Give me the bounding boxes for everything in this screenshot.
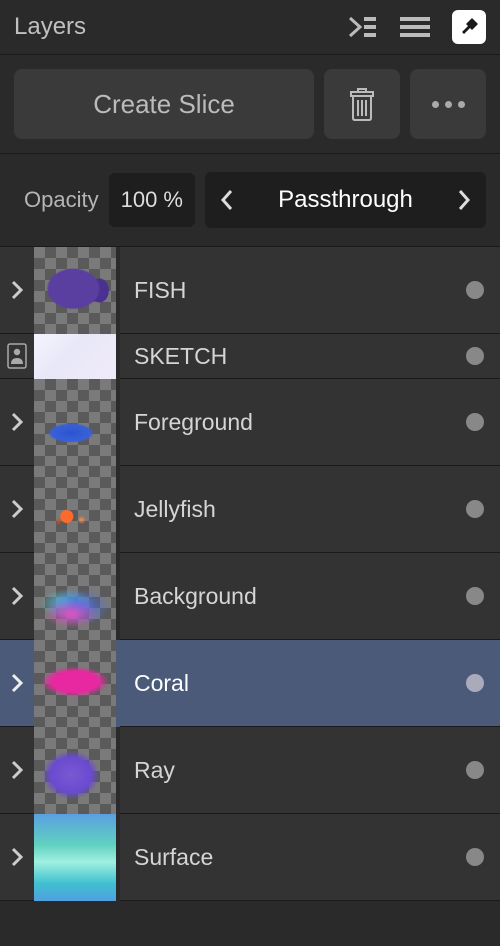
layer-thumbnail[interactable] [34, 247, 120, 334]
layer-thumbnail-art [34, 640, 116, 727]
layer-thumbnail-art [34, 553, 116, 640]
layer-properties: Opacity 100 % Passthrough [0, 154, 500, 247]
visibility-toggle[interactable] [450, 500, 500, 518]
layer-thumbnail[interactable] [34, 727, 120, 814]
blend-mode-selector[interactable]: Passthrough [205, 172, 486, 228]
chevron-right-icon[interactable] [456, 189, 472, 211]
opacity-value[interactable]: 100 % [109, 173, 195, 227]
trash-icon [347, 86, 377, 122]
layer-thumbnail[interactable] [34, 466, 120, 553]
visibility-dot-icon [466, 761, 484, 779]
panel-header-actions [348, 10, 486, 44]
more-button[interactable] [410, 69, 486, 139]
layer-thumbnail-art [34, 247, 116, 334]
layer-thumbnail[interactable] [34, 640, 120, 727]
visibility-toggle[interactable] [450, 587, 500, 605]
layer-name[interactable]: Foreground [120, 409, 450, 436]
pin-icon[interactable] [452, 10, 486, 44]
layer-name[interactable]: FISH [120, 277, 450, 304]
expand-chevron-icon[interactable] [0, 672, 34, 694]
visibility-toggle[interactable] [450, 281, 500, 299]
layer-row[interactable]: Foreground [0, 379, 500, 466]
visibility-toggle[interactable] [450, 413, 500, 431]
visibility-dot-icon [466, 674, 484, 692]
panel-title: Layers [14, 13, 86, 41]
menu-icon[interactable] [400, 15, 430, 39]
visibility-dot-icon [466, 347, 484, 365]
visibility-dot-icon [466, 848, 484, 866]
layer-row[interactable]: Background [0, 553, 500, 640]
expand-chevron-icon[interactable] [0, 759, 34, 781]
expand-chevron-icon[interactable] [0, 411, 34, 433]
layer-thumbnail[interactable] [34, 553, 120, 640]
ellipsis-icon [432, 101, 465, 108]
visibility-dot-icon [466, 281, 484, 299]
layer-row[interactable]: Coral [0, 640, 500, 727]
visibility-dot-icon [466, 587, 484, 605]
toolbar: Create Slice [0, 55, 500, 154]
blend-mode-label: Passthrough [278, 186, 413, 214]
expand-chevron-icon[interactable] [0, 585, 34, 607]
visibility-toggle[interactable] [450, 761, 500, 779]
create-slice-button[interactable]: Create Slice [14, 69, 314, 139]
layer-name[interactable]: Coral [120, 670, 450, 697]
expand-chevron-icon[interactable] [0, 846, 34, 868]
visibility-toggle[interactable] [450, 347, 500, 365]
layers-list: FISH SKETCH Foreground Jellyfish Background C… [0, 247, 500, 901]
insert-icon[interactable] [348, 14, 378, 40]
expand-chevron-icon[interactable] [0, 498, 34, 520]
layer-thumbnail-art [34, 814, 116, 901]
expand-chevron-icon[interactable] [0, 279, 34, 301]
layer-badge-icon [0, 343, 34, 369]
layer-row[interactable]: Jellyfish [0, 466, 500, 553]
visibility-toggle[interactable] [450, 848, 500, 866]
layer-thumbnail-art [34, 334, 116, 379]
layer-row[interactable]: Ray [0, 727, 500, 814]
layer-name[interactable]: Jellyfish [120, 496, 450, 523]
layer-thumbnail-art [34, 379, 116, 466]
layer-row[interactable]: FISH [0, 247, 500, 334]
layer-thumbnail[interactable] [34, 334, 120, 379]
layer-thumbnail[interactable] [34, 379, 120, 466]
layer-name[interactable]: SKETCH [120, 343, 450, 370]
layer-thumbnail[interactable] [34, 814, 120, 901]
layer-row[interactable]: SKETCH [0, 334, 500, 379]
delete-button[interactable] [324, 69, 400, 139]
visibility-dot-icon [466, 500, 484, 518]
layer-row[interactable]: Surface [0, 814, 500, 901]
visibility-dot-icon [466, 413, 484, 431]
chevron-left-icon[interactable] [219, 189, 235, 211]
layer-name[interactable]: Background [120, 583, 450, 610]
panel-header: Layers [0, 0, 500, 55]
layer-thumbnail-art [34, 727, 116, 814]
layer-thumbnail-art [34, 466, 116, 553]
layer-name[interactable]: Surface [120, 844, 450, 871]
visibility-toggle[interactable] [450, 674, 500, 692]
opacity-label: Opacity [24, 187, 99, 213]
layer-name[interactable]: Ray [120, 757, 450, 784]
